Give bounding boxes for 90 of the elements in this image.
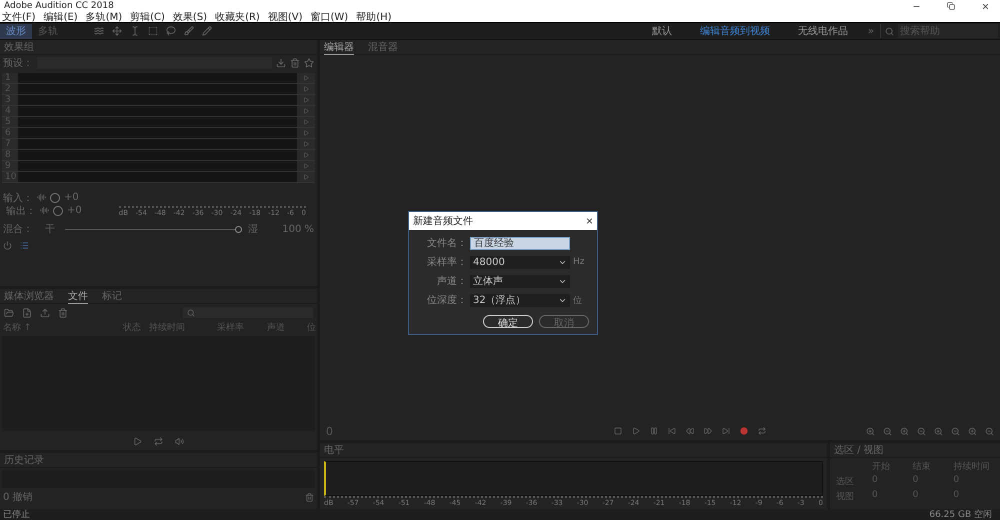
slider-thumb[interactable] <box>235 226 242 232</box>
panel-title: 效果组 <box>4 41 34 54</box>
download-icon[interactable] <box>276 58 286 68</box>
panel-tab[interactable]: 编辑器 <box>324 40 354 54</box>
play-icon[interactable] <box>632 427 640 435</box>
trash-icon[interactable] <box>305 492 314 502</box>
menu-item[interactable]: 窗口(W) <box>310 12 348 22</box>
pencil-icon[interactable] <box>202 26 212 36</box>
field-label: 声道： <box>436 274 467 288</box>
record-icon[interactable] <box>740 427 748 435</box>
restore-icon[interactable] <box>947 2 955 10</box>
search-icon[interactable] <box>885 26 894 36</box>
close-icon[interactable] <box>981 2 990 10</box>
menu-item[interactable]: 剪辑(C) <box>130 12 165 22</box>
ok-button[interactable]: 确定 <box>483 315 533 328</box>
menu-item[interactable]: 收藏夹(R) <box>215 12 260 22</box>
zoom-in-icon[interactable] <box>866 426 875 436</box>
menu-item[interactable]: 多轨(M) <box>86 12 122 22</box>
waveform-icon[interactable] <box>94 26 104 36</box>
star-icon[interactable] <box>304 58 314 68</box>
menu-item[interactable]: 编辑(E) <box>44 12 78 22</box>
zoom-in-icon[interactable] <box>900 426 909 436</box>
io-label: 输出： <box>6 204 36 218</box>
workspace-tab[interactable]: 无线电作品 <box>784 24 862 38</box>
zoom-out-icon[interactable] <box>985 426 994 436</box>
zoom-in-icon[interactable] <box>968 426 977 436</box>
menu-item[interactable]: 视图(V) <box>268 12 302 22</box>
brush-icon[interactable] <box>184 26 194 36</box>
close-button[interactable]: × <box>586 214 593 228</box>
zoom-in-icon[interactable] <box>934 426 943 436</box>
cursor-icon[interactable] <box>130 26 140 36</box>
field-label: 文件名： <box>426 236 467 250</box>
search-field[interactable] <box>183 307 313 318</box>
panel-title: 电平 <box>324 444 344 457</box>
level-icon <box>40 206 49 215</box>
lasso-icon[interactable] <box>166 26 176 36</box>
zoom-out-icon[interactable] <box>951 426 960 436</box>
zoom-out-icon[interactable] <box>917 426 926 436</box>
stop-icon[interactable] <box>614 427 622 435</box>
window-title: Adobe Audition CC 2018 <box>4 0 114 12</box>
zoom-out-icon[interactable] <box>883 426 892 436</box>
panel-tab[interactable]: 文件 <box>68 288 88 304</box>
folder-icon[interactable] <box>4 308 14 318</box>
marquee-icon[interactable] <box>148 26 158 36</box>
skip-back-icon[interactable] <box>668 427 676 435</box>
unit-label: 位 <box>573 294 583 306</box>
preset-label: 预设： <box>3 57 33 70</box>
gain-value: +0 <box>67 205 82 216</box>
level-icon <box>37 193 46 202</box>
mode-button[interactable]: 波形 <box>0 24 32 38</box>
move-icon[interactable] <box>112 26 122 36</box>
trash-icon[interactable] <box>290 58 300 68</box>
menu-item[interactable]: 文件(F) <box>2 12 36 22</box>
select-field[interactable]: 立体声 <box>470 274 570 288</box>
panel-title: 选区 / 视图 <box>834 444 884 457</box>
dry-label: 干 <box>45 223 55 236</box>
menu-item[interactable]: 帮助(H) <box>356 12 392 22</box>
mix-label: 混合： <box>3 223 33 236</box>
volume-icon[interactable] <box>175 437 184 446</box>
loop-icon[interactable] <box>154 437 163 446</box>
power-icon[interactable] <box>3 241 12 250</box>
undo-count: 0 撤销 <box>3 490 33 504</box>
trash-icon[interactable] <box>58 308 68 318</box>
select-field[interactable]: 32（浮点） <box>470 294 570 306</box>
pause-icon[interactable] <box>650 427 658 435</box>
rewind-icon[interactable] <box>686 427 694 435</box>
select-field[interactable]: 48000 <box>470 256 570 268</box>
loop-icon[interactable] <box>758 427 766 435</box>
unit-label: Hz <box>573 257 586 267</box>
field-label: 采样率： <box>426 256 467 269</box>
gain-value: +0 <box>64 192 79 203</box>
wet-label: 湿 <box>248 223 258 236</box>
panel-title: 历史记录 <box>4 454 44 467</box>
search-icon[interactable] <box>187 308 195 316</box>
dialog-title: 新建音频文件 <box>413 214 473 228</box>
status-text: 已停止 <box>3 510 30 520</box>
workspace-tab[interactable]: 默认 <box>638 24 686 38</box>
fast-forward-icon[interactable] <box>704 427 712 435</box>
export-icon[interactable] <box>40 308 50 318</box>
new-file-icon[interactable] <box>22 308 32 318</box>
input-field[interactable]: 百度经验 <box>470 236 570 250</box>
skip-forward-icon[interactable] <box>722 427 730 435</box>
workspace-tab[interactable]: 编辑音频到视频 <box>686 24 784 38</box>
io-label: 输入： <box>3 192 33 204</box>
play-icon[interactable] <box>133 437 142 446</box>
disk-space: 66.25 GB 空闲 <box>929 510 992 520</box>
mix-value: 100 % <box>282 224 314 234</box>
field-label: 位深度： <box>426 294 467 307</box>
list-icon[interactable] <box>20 241 29 250</box>
menu-item[interactable]: 效果(S) <box>172 12 208 22</box>
